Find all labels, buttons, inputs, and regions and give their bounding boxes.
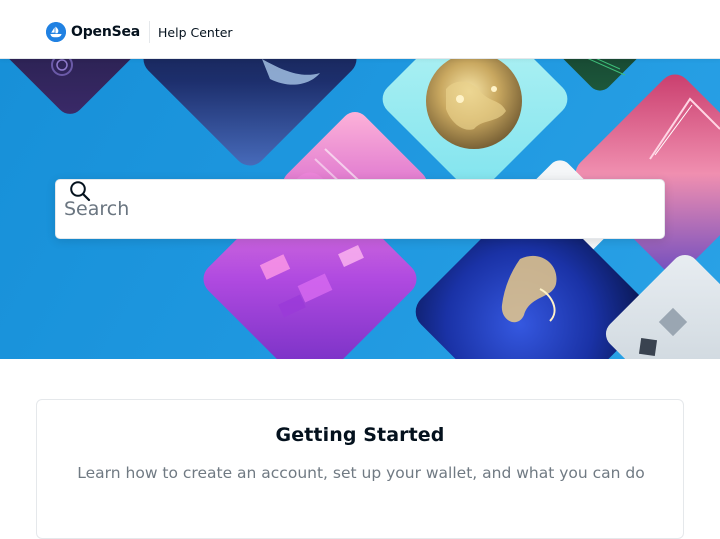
brand-divider xyxy=(149,21,151,43)
search-box[interactable] xyxy=(55,179,665,239)
section-title: Getting Started xyxy=(275,424,445,446)
brand-name: OpenSea xyxy=(71,24,141,40)
brand-link[interactable]: OpenSea Help Center xyxy=(46,21,233,43)
section-description: Learn how to create an account, set up y… xyxy=(77,464,645,482)
help-center-label: Help Center xyxy=(158,24,233,40)
search-icon xyxy=(70,181,91,202)
hero-banner xyxy=(0,59,720,359)
opensea-logo-icon xyxy=(46,22,66,42)
art-tile-dark xyxy=(5,59,135,114)
top-header: OpenSea Help Center xyxy=(0,0,720,59)
search-input[interactable] xyxy=(64,189,604,229)
section-card-getting-started[interactable]: Getting Started Learn how to create an a… xyxy=(36,399,684,539)
